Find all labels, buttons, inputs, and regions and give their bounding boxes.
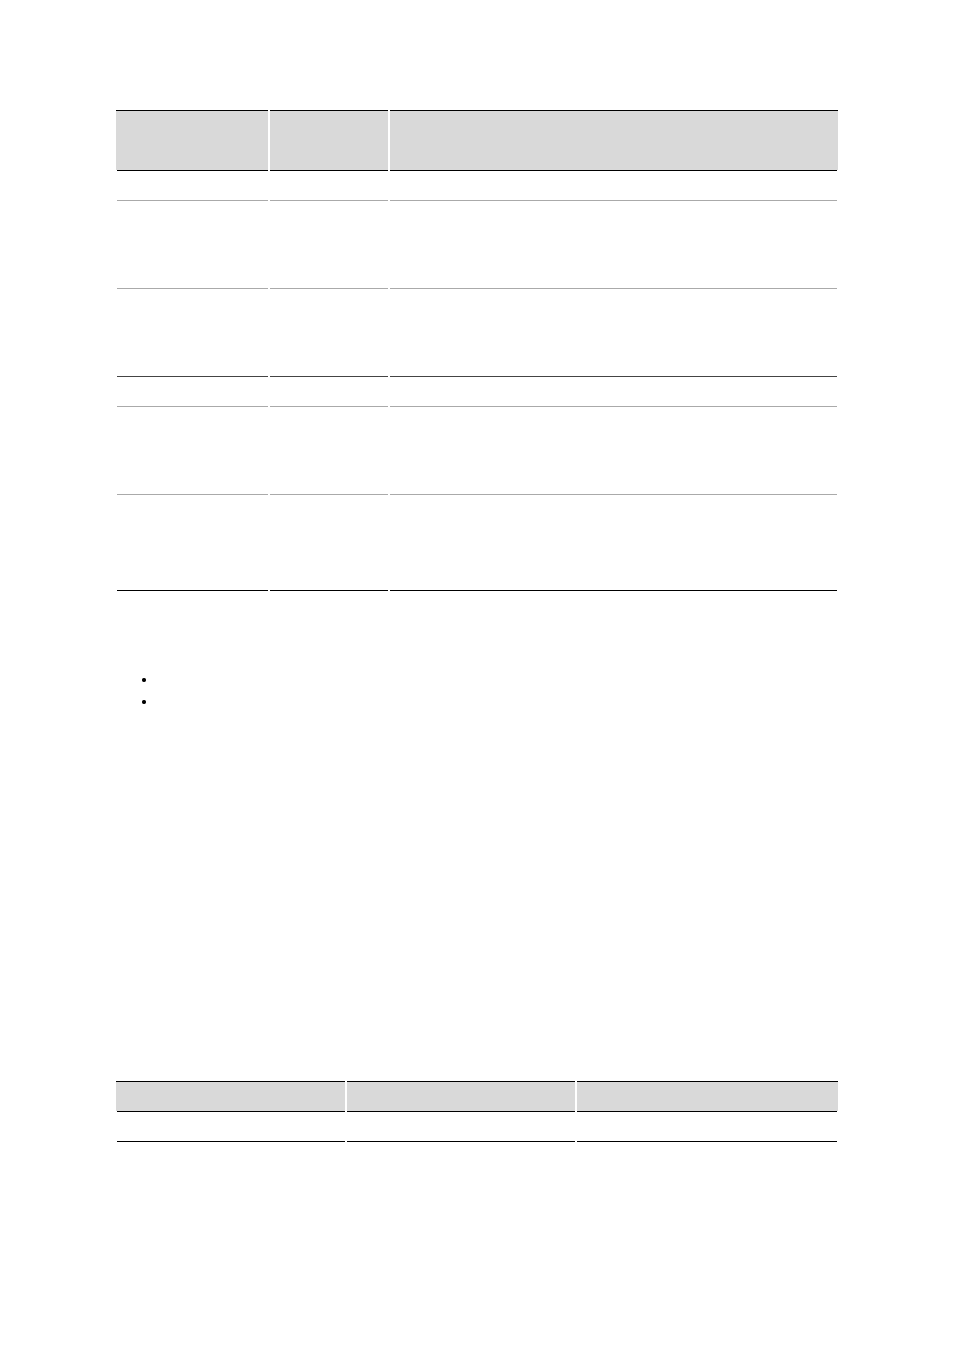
table-cell — [116, 289, 269, 377]
table-1-header-row — [116, 111, 838, 171]
table-cell — [269, 495, 389, 591]
table-row — [116, 407, 838, 495]
table-cell — [389, 495, 838, 591]
table-row — [116, 289, 838, 377]
table-cell — [389, 171, 838, 201]
table-cell — [576, 1112, 838, 1142]
table-1-header-3 — [389, 111, 838, 171]
table-cell — [116, 495, 269, 591]
table-cell — [389, 377, 838, 407]
table-2-header-1 — [116, 1082, 346, 1112]
table-cell — [116, 201, 269, 289]
table-cell — [389, 201, 838, 289]
table-row — [116, 1112, 838, 1142]
table-2-header-3 — [576, 1082, 838, 1112]
table-cell — [389, 289, 838, 377]
list-item — [157, 693, 839, 715]
paragraph-block-1 — [115, 651, 839, 921]
table-row — [116, 201, 838, 289]
table-cell — [389, 407, 838, 495]
table-1 — [115, 110, 839, 591]
table-cell — [116, 377, 269, 407]
table-cell — [116, 407, 269, 495]
list-item — [157, 671, 839, 693]
page-content — [0, 0, 954, 1202]
table-cell — [116, 171, 269, 201]
table-cell — [269, 289, 389, 377]
table-1-body — [116, 171, 838, 591]
table-row — [116, 377, 838, 407]
table-cell — [269, 407, 389, 495]
table-2-header-2 — [346, 1082, 576, 1112]
table-1-header-2 — [269, 111, 389, 171]
table-cell — [116, 1112, 346, 1142]
table-cell — [346, 1112, 576, 1142]
table-cell — [269, 201, 389, 289]
table-2 — [115, 1081, 839, 1142]
table-2-header-row — [116, 1082, 838, 1112]
paragraph-block-2 — [115, 921, 839, 1081]
table-1-header-1 — [116, 111, 269, 171]
table-2-body — [116, 1112, 838, 1142]
table-row — [116, 171, 838, 201]
bullet-list — [157, 671, 839, 715]
table-cell — [269, 377, 389, 407]
table-cell — [269, 171, 389, 201]
table-row — [116, 495, 838, 591]
